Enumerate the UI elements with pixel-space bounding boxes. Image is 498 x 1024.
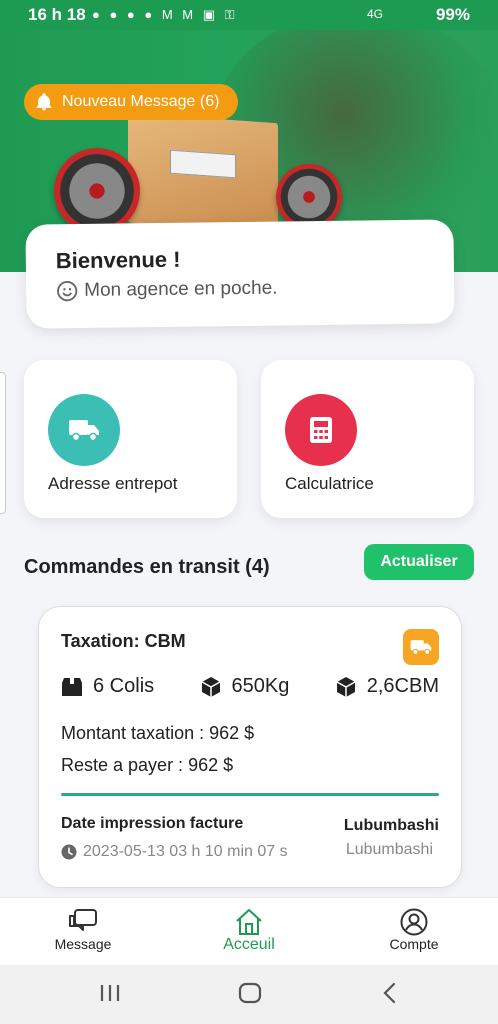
parcel-box-image: [128, 112, 278, 234]
clock-icon: [61, 844, 77, 860]
truck-icon: [48, 394, 120, 466]
volume-value: 2,6CBM: [366, 675, 439, 697]
side-drawer-handle[interactable]: [0, 372, 6, 514]
new-message-label: Nouveau Message (6): [62, 93, 220, 110]
reste-value: 962 $: [188, 755, 234, 775]
montant-value: 962 $: [209, 723, 255, 743]
bottom-navigation: Message Acceuil Compte: [0, 897, 498, 966]
weight-value: 650Kg: [231, 675, 290, 697]
status-bar: 16 h 18 ● ● ● ● M M ▣ ⚿ 4G 99%: [0, 0, 498, 30]
transit-orders-title: Commandes en transit (4): [24, 556, 270, 578]
back-icon[interactable]: [378, 979, 402, 1007]
reste-label: Reste a payer :: [61, 755, 184, 775]
warehouse-address-label: Adresse entrepot: [48, 474, 178, 493]
jet-engine-left: [54, 148, 140, 234]
city-destination: Lubumbashi: [345, 841, 433, 858]
nav-home[interactable]: Acceuil: [199, 908, 299, 954]
nav-message[interactable]: Message: [33, 908, 133, 952]
recent-apps-icon[interactable]: [98, 979, 122, 1007]
welcome-subtitle: Mon agence en poche.: [56, 278, 278, 303]
chat-icon: [69, 909, 97, 931]
weight-stat: 650Kg: [200, 675, 290, 698]
home-icon: [236, 909, 262, 935]
colis-stat: 6 Colis: [61, 675, 154, 698]
network-indicator: 4G: [366, 7, 383, 21]
welcome-card: Bienvenue ! Mon agence en poche.: [25, 219, 455, 329]
cube-icon: [336, 676, 356, 697]
calculator-card[interactable]: Calculatrice: [261, 360, 474, 518]
city-origin: Lubumbashi: [343, 817, 439, 834]
divider: [61, 793, 439, 796]
clock: 16 h 18: [28, 5, 86, 24]
user-icon: [400, 908, 428, 936]
new-message-button[interactable]: Nouveau Message (6): [24, 84, 238, 120]
notification-icons: ● ● ● ● M M ▣ ⚿: [92, 7, 238, 22]
truck-status-icon: [403, 629, 439, 665]
order-stats: 6 Colis 650Kg 2,6CBM: [61, 675, 439, 698]
nav-message-label: Message: [54, 936, 112, 952]
system-navigation-bar: [0, 965, 498, 1024]
smile-icon: [57, 281, 78, 302]
refresh-button[interactable]: Actualiser: [364, 544, 474, 580]
montant-label: Montant taxation :: [61, 723, 205, 743]
battery-level: 99%: [435, 5, 470, 24]
warehouse-address-card[interactable]: Adresse entrepot: [24, 360, 237, 518]
reste-a-payer: Reste a payer : 962 $: [61, 755, 233, 776]
date-value-row: 2023-05-13 03 h 10 min 07 s: [61, 843, 288, 861]
nav-account[interactable]: Compte: [364, 908, 464, 952]
cube-icon: [201, 676, 220, 697]
colis-count: 6 Colis: [93, 675, 155, 697]
taxation-type: Taxation: CBM: [61, 631, 186, 651]
nav-home-label: Acceuil: [223, 936, 275, 953]
volume-stat: 2,6CBM: [335, 675, 439, 698]
home-button-icon[interactable]: [236, 979, 264, 1007]
calculator-icon: [285, 394, 357, 466]
montant-taxation: Montant taxation : 962 $: [61, 723, 254, 744]
package-icon: [62, 677, 82, 696]
welcome-subtitle-text: Mon agence en poche.: [84, 277, 278, 301]
calculator-label: Calculatrice: [285, 474, 374, 493]
bell-icon: [36, 93, 52, 111]
order-card[interactable]: Taxation: CBM 6 Colis 650Kg 2,6CBM Monta…: [38, 606, 462, 888]
date-value: 2023-05-13 03 h 10 min 07 s: [83, 843, 288, 860]
date-label: Date impression facture: [61, 815, 244, 832]
welcome-title: Bienvenue !: [55, 246, 181, 274]
nav-account-label: Compte: [389, 936, 439, 952]
